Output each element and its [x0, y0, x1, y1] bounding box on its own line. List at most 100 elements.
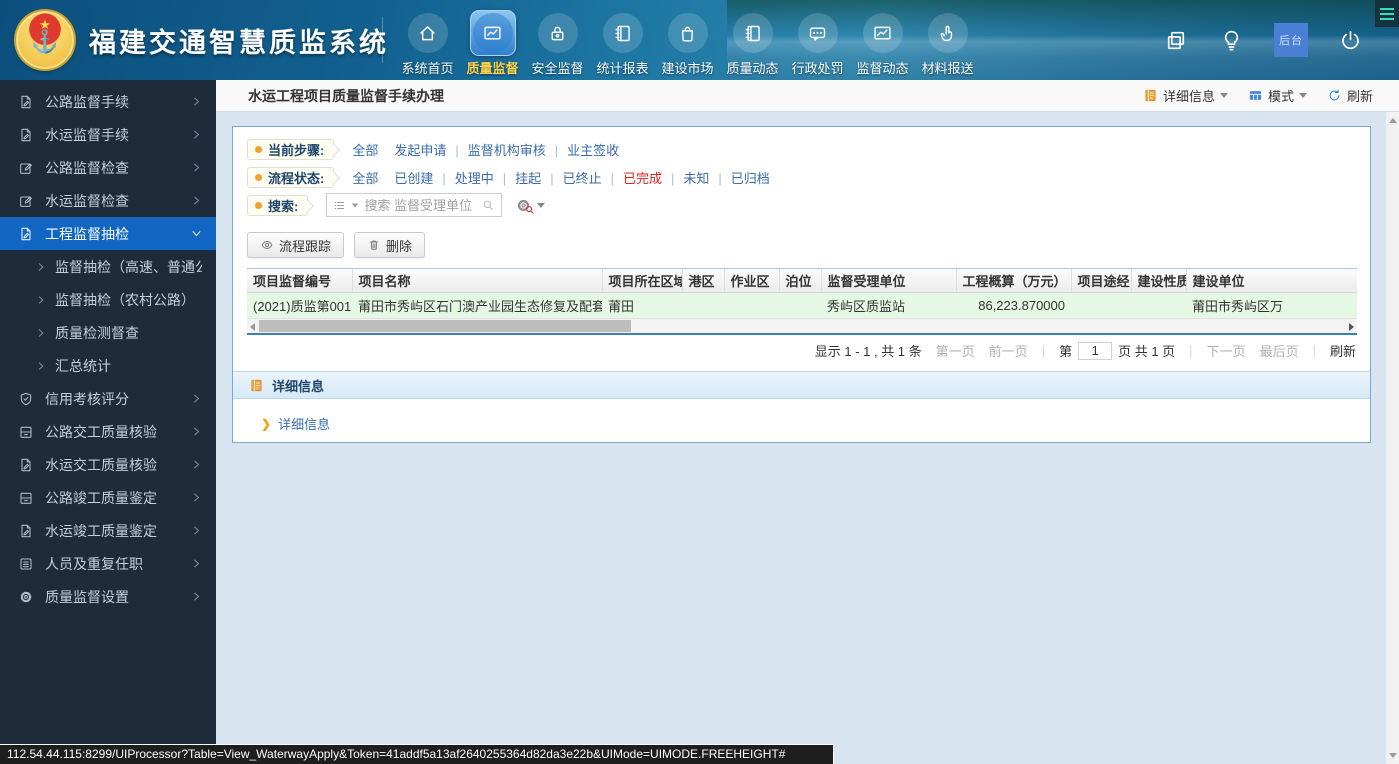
nav-item-administrative-penalty[interactable]: 行政处罚 — [785, 10, 850, 77]
col-route[interactable]: 项目途经 — [1071, 269, 1132, 293]
col-budget[interactable]: 工程概算（万元） — [956, 269, 1072, 293]
corner-menu-icon[interactable] — [1375, 0, 1399, 27]
refresh-page-button[interactable]: 刷新 — [1330, 341, 1356, 360]
detail-info-dropdown[interactable]: 详细信息 — [1143, 86, 1228, 105]
filter-row-step: 当前步骤: 全部 发起申请 监督机构审核 业主签收 — [247, 135, 1356, 163]
col-berth[interactable]: 泊位 — [779, 269, 822, 293]
search-icon[interactable] — [481, 198, 495, 212]
lightbulb-icon[interactable] — [1219, 28, 1244, 53]
backend-tile-button[interactable]: 后台 — [1274, 23, 1308, 57]
sidebar-item-highway-procedures[interactable]: 公路监督手续 — [0, 85, 216, 118]
sidebar-item-waterway-completion-appraisal[interactable]: 水运竣工质量鉴定 — [0, 514, 216, 547]
eye-icon — [260, 238, 274, 252]
advanced-search-dropdown[interactable] — [515, 197, 546, 214]
first-page-button[interactable]: 第一页 — [936, 341, 975, 360]
sidebar-item-project-sampling[interactable]: 工程监督抽检 — [0, 217, 216, 250]
flow-track-button[interactable]: 流程跟踪 — [247, 232, 345, 258]
nav-item-construction-market[interactable]: 建设市场 — [655, 10, 720, 77]
caret-down-icon[interactable] — [352, 203, 359, 207]
scroll-down-icon[interactable] — [1389, 753, 1397, 758]
data-table: 项目监督编号 项目名称 项目所在区域 港区 作业区 泊位 监督受理单位 工程概算… — [247, 268, 1357, 318]
grid-icon — [1248, 88, 1263, 103]
sidebar-subitem-sampling-rural-road[interactable]: 监督抽检（农村公路） — [0, 283, 216, 316]
sidebar-item-personnel-duplicate-posts[interactable]: 人员及重复任职 — [0, 547, 216, 580]
cell-berth — [779, 292, 821, 318]
col-port-area[interactable]: 港区 — [682, 269, 725, 293]
nav-item-safety-supervision[interactable]: 安全监督 — [525, 10, 590, 77]
mode-dropdown[interactable]: 模式 — [1248, 86, 1307, 105]
sidebar-item-waterway-handover-verification[interactable]: 水运交工质量核验 — [0, 448, 216, 481]
nav-item-supervision-news[interactable]: 监督动态 — [850, 10, 915, 77]
scroll-up-icon[interactable] — [1388, 118, 1397, 123]
col-project-name[interactable]: 项目名称 — [352, 269, 603, 293]
search-input[interactable] — [364, 197, 477, 213]
status-option-terminated[interactable]: 已终止 — [541, 168, 602, 187]
sidebar-item-credit-score[interactable]: 信用考核评分 — [0, 382, 216, 415]
nav-label: 质量监督 — [466, 61, 519, 76]
table-row[interactable]: (2021)质监第001号 莆田市秀屿区石门澳产业园生态修复及配套工程 莆田 秀… — [247, 292, 1357, 318]
sidebar-item-highway-inspection[interactable]: 公路监督检查 — [0, 151, 216, 184]
drawer-icon — [18, 424, 34, 440]
status-option-processing[interactable]: 处理中 — [433, 168, 494, 187]
status-option-suspended[interactable]: 挂起 — [494, 168, 541, 187]
status-option-created[interactable]: 已创建 — [394, 168, 433, 187]
nav-item-quality-news[interactable]: 质量动态 — [720, 10, 785, 77]
binder-icon — [249, 378, 264, 393]
status-option-completed[interactable]: 已完成 — [602, 168, 662, 187]
filter-row-status: 流程状态: 全部 已创建 处理中 挂起 已终止 已完成 未知 已归档 — [247, 163, 1356, 191]
sidebar-item-waterway-procedures[interactable]: 水运监督手续 — [0, 118, 216, 151]
nav-label: 建设市场 — [661, 61, 714, 76]
vertical-scrollbar[interactable] — [1385, 112, 1399, 764]
step-option-initiate[interactable]: 发起申请 — [394, 140, 446, 159]
col-supervision-no[interactable]: 项目监督编号 — [247, 269, 353, 293]
nav-item-quality-supervision[interactable]: 质量监督 — [460, 10, 525, 77]
doc-icon — [18, 127, 34, 143]
nav-item-material-submission[interactable]: 材料报送 — [915, 10, 980, 77]
col-construction-nature[interactable]: 建设性质 — [1131, 269, 1187, 293]
nav-item-statistics-report[interactable]: 统计报表 — [590, 10, 655, 77]
last-page-button[interactable]: 最后页 — [1260, 341, 1299, 360]
nav-item-system-home[interactable]: 系统首页 — [395, 10, 460, 77]
col-work-area[interactable]: 作业区 — [724, 269, 780, 293]
drawer-icon — [18, 490, 34, 506]
nav-label: 行政处罚 — [791, 61, 844, 76]
detail-info-link[interactable]: 详细信息 — [278, 414, 330, 433]
step-option-owner-signoff[interactable]: 业主签收 — [546, 140, 619, 159]
edit-icon — [18, 160, 34, 176]
cell-port-area — [682, 292, 724, 318]
sidebar-subitem-summary-statistics[interactable]: 汇总统计 — [0, 349, 216, 382]
status-option-all[interactable]: 全部 — [352, 168, 378, 187]
step-option-agency-review[interactable]: 监督机构审核 — [446, 140, 546, 159]
scroll-left-icon[interactable] — [250, 323, 255, 331]
status-option-archived[interactable]: 已归档 — [709, 168, 770, 187]
power-icon[interactable] — [1338, 28, 1363, 53]
next-page-button[interactable]: 下一页 — [1207, 341, 1246, 360]
col-construction-unit[interactable]: 建设单位 — [1186, 269, 1357, 293]
horizontal-scrollbar[interactable] — [247, 318, 1357, 333]
refresh-button[interactable]: 刷新 — [1327, 86, 1373, 105]
sidebar-item-highway-completion-appraisal[interactable]: 公路竣工质量鉴定 — [0, 481, 216, 514]
step-option-all[interactable]: 全部 — [352, 140, 378, 159]
cell-supervision-no: (2021)质监第001号 — [247, 292, 352, 318]
scroll-right-icon[interactable] — [1349, 323, 1354, 331]
sidebar-item-quality-supervision-settings[interactable]: 质量监督设置 — [0, 580, 216, 613]
filter-row-search: 搜索: — [247, 191, 1356, 219]
chevron-right-icon — [36, 328, 46, 338]
chevron-right-icon — [191, 393, 202, 404]
sidebar-item-waterway-inspection[interactable]: 水运监督检查 — [0, 184, 216, 217]
chevron-right-icon — [191, 492, 202, 503]
delete-button[interactable]: 删除 — [354, 232, 426, 258]
sidebar-subitem-sampling-highway-waterway[interactable]: 监督抽检（高速、普通公路、水运 — [0, 250, 216, 283]
page-number-input[interactable] — [1078, 341, 1113, 360]
field-list-icon[interactable] — [333, 199, 346, 212]
windows-icon[interactable] — [1164, 28, 1189, 53]
doc-icon — [18, 457, 34, 473]
prev-page-button[interactable]: 前一页 — [989, 341, 1028, 360]
col-accepting-unit[interactable]: 监督受理单位 — [821, 269, 957, 293]
sidebar-subitem-quality-testing[interactable]: 质量检测督查 — [0, 316, 216, 349]
col-region[interactable]: 项目所在区域 — [602, 269, 683, 293]
page-suffix: 页 共 1 页 — [1118, 344, 1176, 359]
sidebar-item-highway-handover-verification[interactable]: 公路交工质量核验 — [0, 415, 216, 448]
status-option-unknown[interactable]: 未知 — [662, 168, 709, 187]
scrollbar-thumb[interactable] — [259, 320, 631, 332]
